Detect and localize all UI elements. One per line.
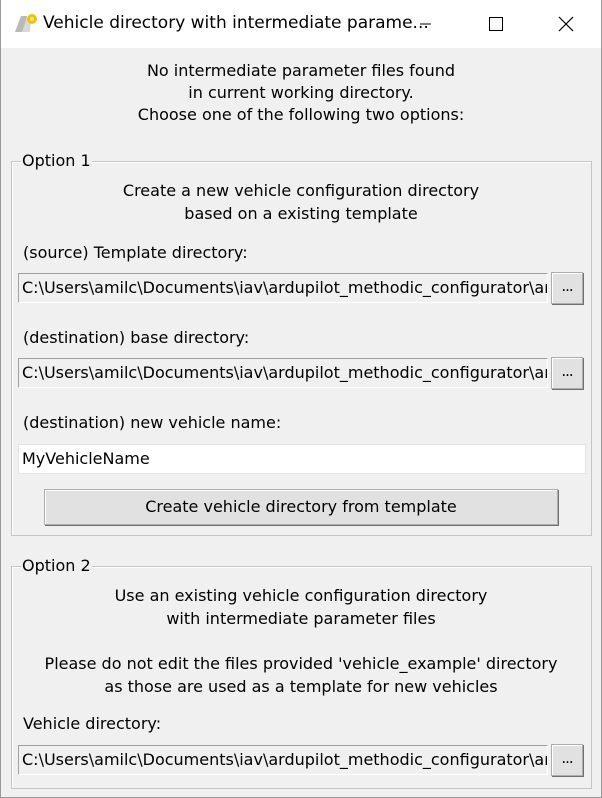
vehicle-directory-label: Vehicle directory: [23, 714, 162, 733]
source-template-browse-button[interactable]: ... [551, 272, 583, 304]
intro-message: No intermediate parameter files found in… [1, 60, 601, 126]
option2-note-line-1: Please do not edit the files provided 'v… [44, 654, 558, 673]
close-button[interactable] [543, 0, 589, 48]
new-vehicle-name-label: (destination) new vehicle name: [23, 413, 282, 432]
new-vehicle-name-input[interactable]: MyVehicleName [18, 444, 586, 474]
minimize-button[interactable] [403, 0, 449, 48]
source-template-field[interactable]: C:\Users\amilc\Documents\iav\ardupilot_m… [18, 273, 548, 303]
option2-description: Use an existing vehicle configuration di… [1, 584, 601, 630]
vehicle-directory-field[interactable]: C:\Users\amilc\Documents\iav\ardupilot_m… [18, 745, 548, 775]
intro-line-1: No intermediate parameter files found [146, 61, 456, 80]
source-template-label: (source) Template directory: [23, 243, 248, 262]
option2-desc-line-1: Use an existing vehicle configuration di… [114, 586, 488, 605]
option1-description: Create a new vehicle configuration direc… [1, 179, 601, 225]
option2-note-line-2: as those are used as a template for new … [104, 677, 498, 696]
minimize-icon [420, 23, 431, 25]
destination-base-field[interactable]: C:\Users\amilc\Documents\iav\ardupilot_m… [18, 358, 548, 388]
maximize-button[interactable] [473, 0, 519, 48]
intro-line-3: Choose one of the following two options: [137, 105, 465, 124]
vehicle-directory-window: Vehicle directory with intermediate para… [0, 0, 602, 798]
option1-desc-line-1: Create a new vehicle configuration direc… [122, 181, 480, 200]
option2-legend: Option 2 [21, 556, 92, 576]
create-vehicle-directory-button[interactable]: Create vehicle directory from template [44, 489, 558, 525]
option1-desc-line-2: based on a existing template [184, 204, 418, 223]
option2-note: Please do not edit the files provided 'v… [1, 652, 601, 698]
maximize-icon [489, 17, 503, 31]
option1-legend: Option 1 [21, 151, 92, 171]
ardupilot-app-icon [15, 14, 37, 32]
intro-line-2: in current working directory. [188, 83, 414, 102]
destination-base-label: (destination) base directory: [23, 328, 250, 347]
vehicle-directory-browse-button[interactable]: ... [551, 744, 583, 776]
destination-base-browse-button[interactable]: ... [551, 357, 583, 389]
close-icon [558, 16, 574, 32]
option2-desc-line-2: with intermediate parameter files [166, 609, 436, 628]
title-bar[interactable]: Vehicle directory with intermediate para… [1, 0, 601, 48]
window-title: Vehicle directory with intermediate para… [43, 13, 429, 33]
